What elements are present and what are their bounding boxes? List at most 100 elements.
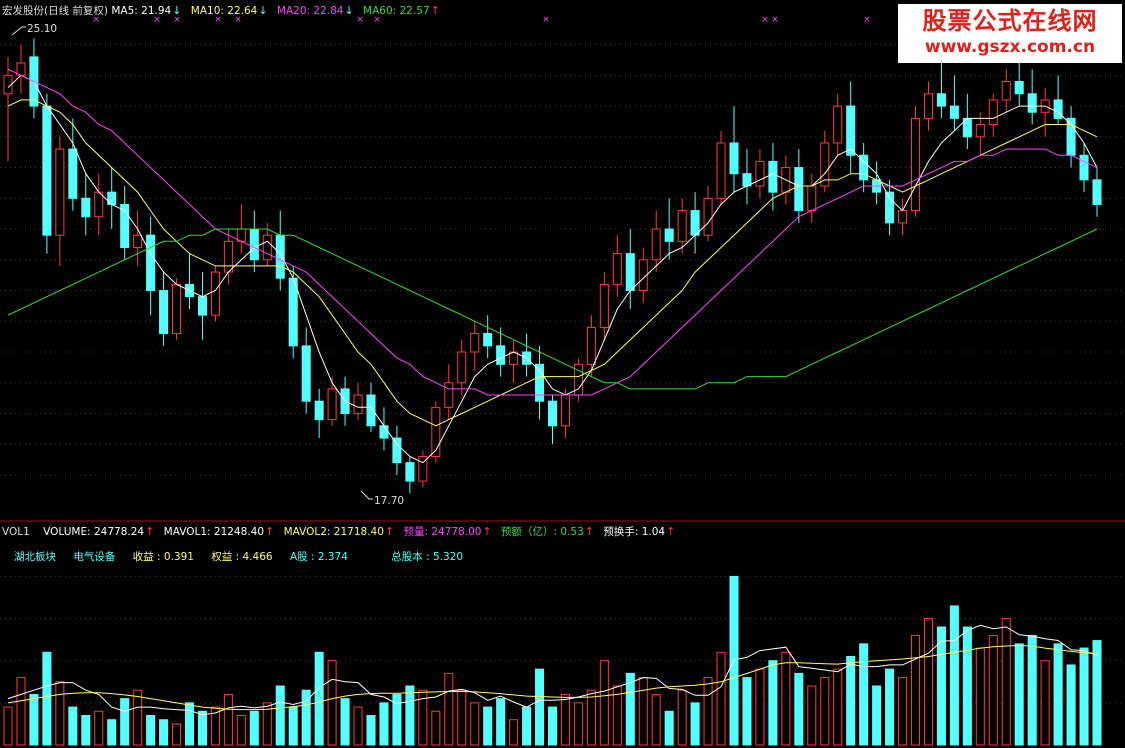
volume-bar[interactable] bbox=[55, 681, 65, 746]
candlestick[interactable] bbox=[859, 142, 869, 193]
candlestick[interactable] bbox=[509, 339, 519, 383]
volume-bar[interactable] bbox=[94, 710, 104, 746]
volume-bar[interactable] bbox=[651, 693, 661, 746]
candlestick[interactable] bbox=[535, 345, 545, 420]
candlestick[interactable] bbox=[560, 388, 570, 439]
volume-bar[interactable] bbox=[42, 651, 52, 746]
candlestick[interactable] bbox=[1079, 142, 1089, 193]
volume-bar[interactable] bbox=[327, 660, 337, 746]
volume-bar[interactable] bbox=[29, 693, 39, 746]
volume-bar[interactable] bbox=[16, 677, 26, 746]
volume-bar[interactable] bbox=[535, 668, 545, 746]
candlestick[interactable] bbox=[94, 173, 104, 236]
volume-bar[interactable] bbox=[703, 677, 713, 746]
volume-bar[interactable] bbox=[599, 660, 609, 746]
candlestick[interactable] bbox=[612, 235, 622, 297]
price-panel[interactable] bbox=[3, 38, 1102, 494]
candlestick[interactable] bbox=[820, 130, 830, 193]
volume-bar[interactable] bbox=[638, 677, 648, 746]
candlestick[interactable] bbox=[249, 210, 259, 273]
volume-bar[interactable] bbox=[716, 651, 726, 746]
volume-bar[interactable] bbox=[223, 693, 233, 746]
candlestick[interactable] bbox=[353, 382, 363, 420]
candlestick[interactable] bbox=[314, 388, 324, 439]
volume-bar[interactable] bbox=[846, 656, 856, 746]
candlestick[interactable] bbox=[988, 93, 998, 137]
candlestick[interactable] bbox=[586, 315, 596, 377]
volume-bar[interactable] bbox=[807, 685, 817, 746]
volume-bar[interactable] bbox=[975, 647, 985, 746]
volume-bar[interactable] bbox=[314, 651, 324, 746]
volume-bar[interactable] bbox=[68, 706, 78, 746]
volume-bar[interactable] bbox=[949, 605, 959, 746]
candlestick[interactable] bbox=[379, 407, 389, 451]
volume-bar[interactable] bbox=[833, 668, 843, 746]
volume-bar[interactable] bbox=[1079, 647, 1089, 746]
candlestick[interactable] bbox=[159, 272, 169, 346]
volume-bar[interactable] bbox=[340, 698, 350, 746]
candlestick[interactable] bbox=[16, 44, 26, 94]
candlestick[interactable] bbox=[522, 333, 532, 377]
volume-bar[interactable] bbox=[560, 693, 570, 746]
volume-bar[interactable] bbox=[1001, 618, 1011, 746]
candlestick[interactable] bbox=[910, 106, 921, 217]
candlestick[interactable] bbox=[755, 149, 765, 199]
candlestick[interactable] bbox=[703, 186, 713, 242]
volume-bar[interactable] bbox=[431, 710, 441, 746]
candlestick[interactable] bbox=[1001, 69, 1011, 113]
candlestick[interactable] bbox=[872, 161, 882, 205]
volume-bar[interactable] bbox=[936, 626, 946, 746]
candlestick[interactable] bbox=[444, 364, 454, 420]
volume-bar[interactable] bbox=[1027, 634, 1037, 746]
candlestick[interactable] bbox=[470, 321, 480, 371]
candlestick[interactable] bbox=[716, 130, 726, 205]
candlestick[interactable] bbox=[742, 149, 752, 205]
volume-bar[interactable] bbox=[379, 702, 389, 746]
candlestick[interactable] bbox=[885, 179, 895, 236]
volume-bar[interactable] bbox=[859, 643, 869, 746]
volume-bar[interactable] bbox=[677, 689, 687, 746]
candlestick[interactable] bbox=[833, 93, 843, 156]
candlestick[interactable] bbox=[301, 327, 311, 414]
candlestick[interactable] bbox=[288, 265, 298, 359]
volume-bar[interactable] bbox=[146, 715, 156, 746]
volume-bar[interactable] bbox=[236, 715, 246, 746]
volume-bar[interactable] bbox=[470, 702, 480, 746]
candlestick[interactable] bbox=[949, 75, 959, 131]
candlestick[interactable] bbox=[846, 81, 856, 174]
volume-bar[interactable] bbox=[509, 719, 519, 746]
candlestick[interactable] bbox=[936, 63, 946, 119]
volume-bar[interactable] bbox=[664, 710, 674, 746]
candlestick[interactable] bbox=[807, 173, 817, 223]
volume-panel[interactable] bbox=[3, 575, 1102, 746]
candlestick[interactable] bbox=[29, 38, 39, 119]
volume-bar[interactable] bbox=[988, 634, 998, 746]
volume-bar[interactable] bbox=[742, 677, 752, 746]
volume-bar[interactable] bbox=[1092, 640, 1102, 746]
candlestick[interactable] bbox=[418, 450, 428, 488]
candlestick[interactable] bbox=[81, 173, 91, 236]
volume-bar[interactable] bbox=[573, 702, 583, 746]
candlestick[interactable] bbox=[1040, 87, 1050, 137]
volume-bar[interactable] bbox=[483, 706, 493, 746]
volume-bar[interactable] bbox=[444, 672, 454, 746]
stock-chart[interactable]: × × × × × × × × × × × 25.10 17.70 bbox=[0, 0, 1125, 748]
volume-bar[interactable] bbox=[107, 719, 117, 746]
volume-bar[interactable] bbox=[781, 651, 791, 746]
volume-bar[interactable] bbox=[288, 706, 298, 746]
candlestick[interactable] bbox=[1092, 167, 1102, 217]
candlestick[interactable] bbox=[120, 186, 130, 260]
volume-bar[interactable] bbox=[962, 626, 972, 746]
candlestick[interactable] bbox=[133, 210, 143, 266]
candlestick[interactable] bbox=[172, 278, 182, 340]
volume-bar[interactable] bbox=[366, 715, 376, 746]
candlestick[interactable] bbox=[898, 198, 908, 236]
candlestick[interactable] bbox=[405, 456, 415, 494]
candlestick[interactable] bbox=[55, 136, 65, 266]
candlestick[interactable] bbox=[625, 229, 635, 309]
candlestick[interactable] bbox=[1027, 69, 1037, 125]
volume-bar[interactable] bbox=[159, 719, 169, 746]
volume-bar[interactable] bbox=[1066, 664, 1076, 746]
candlestick[interactable] bbox=[107, 167, 117, 230]
volume-bar[interactable] bbox=[457, 689, 467, 746]
